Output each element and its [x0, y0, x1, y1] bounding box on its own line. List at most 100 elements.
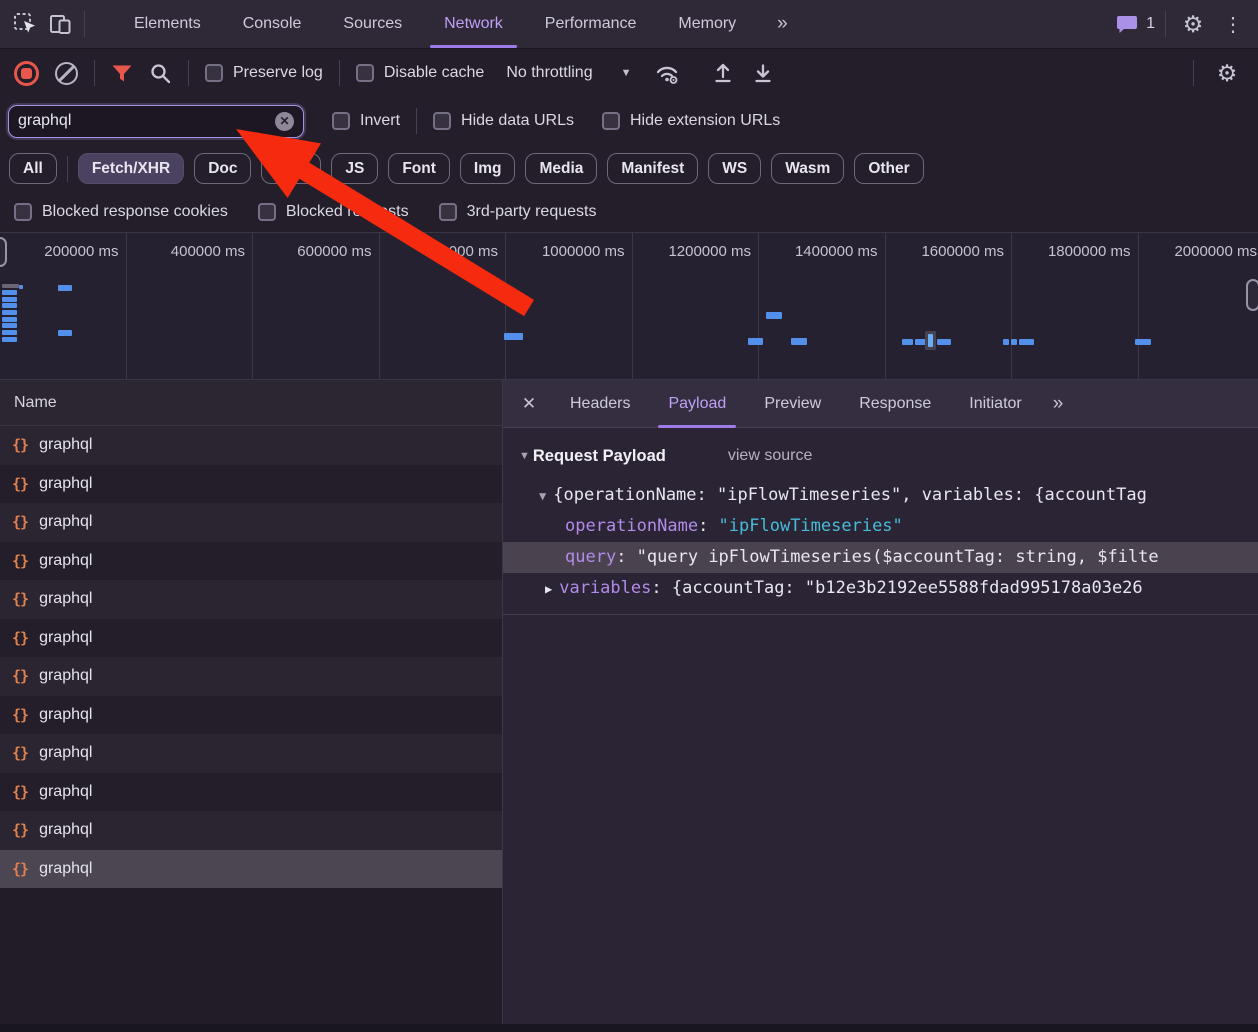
request-row[interactable]: {} graphql	[0, 695, 502, 734]
type-chip-fetch-xhr[interactable]: Fetch/XHR	[77, 153, 185, 184]
network-overview-timeline[interactable]: 200000 ms 400000 ms 600000 ms 800000 ms 1000…	[0, 232, 1258, 380]
payload-panel: ▼ Request Payload view source ▼ {operatio…	[503, 428, 1258, 615]
disable-cache-label: Disable cache	[383, 64, 485, 81]
type-chip-font[interactable]: Font	[388, 153, 450, 184]
divider	[416, 108, 418, 134]
request-name: graphql	[39, 705, 93, 723]
timeline-tick: 1000000 ms	[506, 233, 633, 379]
type-chip-css[interactable]: CSS	[261, 153, 322, 184]
details-tab-headers[interactable]: Headers	[551, 380, 649, 428]
payload-variables-row[interactable]: ▶ variables: {accountTag: "b12e3b2192ee55…	[503, 573, 1258, 604]
request-row[interactable]: {} graphql	[0, 734, 502, 773]
waterfall-bar	[2, 330, 17, 335]
throttling-dropdown[interactable]: No throttling ▼	[506, 64, 631, 82]
issues-button[interactable]: 1	[1117, 15, 1155, 34]
name-column-header[interactable]: Name	[0, 380, 502, 426]
request-row[interactable]: {} graphql	[0, 541, 502, 580]
json-braces-icon: {}	[12, 474, 29, 493]
waterfall-bar	[748, 338, 763, 345]
tab-sources[interactable]: Sources	[322, 0, 423, 48]
search-icon[interactable]	[149, 62, 172, 85]
details-tabs: Headers Payload Preview Response Initiator	[551, 380, 1041, 428]
more-panels-icon[interactable]: »	[767, 13, 796, 35]
details-tab-preview[interactable]: Preview	[745, 380, 840, 428]
blocked-response-cookies-checkbox[interactable]	[14, 203, 32, 221]
network-conditions-icon[interactable]	[653, 61, 681, 85]
expand-triangle-icon: ▼	[539, 489, 547, 503]
tab-console[interactable]: Console	[222, 0, 323, 48]
request-row[interactable]: {} graphql	[0, 657, 502, 696]
request-row[interactable]: {} graphql	[0, 464, 502, 503]
type-chip-wasm[interactable]: Wasm	[771, 153, 845, 184]
more-filters-row: Blocked response cookies Blocked request…	[0, 192, 1258, 232]
request-name: graphql	[39, 667, 93, 685]
devtools-window: Elements Console Sources Network Performance…	[0, 0, 1258, 1032]
request-row[interactable]: {} graphql	[0, 503, 502, 542]
close-icon[interactable]: ✕	[507, 394, 551, 414]
type-chip-all[interactable]: All	[9, 153, 57, 184]
payload-tree: ▼ {operationName: "ipFlowTimeseries", var…	[503, 480, 1258, 604]
hide-data-urls-label: Hide data URLs	[461, 112, 574, 129]
request-row[interactable]: {} graphql	[0, 772, 502, 811]
device-toolbar-icon[interactable]	[48, 11, 74, 37]
blocked-requests-checkbox[interactable]	[257, 203, 276, 221]
request-row[interactable]: {} graphql	[0, 849, 502, 888]
network-toolbar: Preserve log Disable cache No throttling…	[0, 48, 1258, 97]
divider	[66, 155, 68, 182]
timeline-tick: 1800000 ms	[1012, 233, 1139, 379]
clear-filter-icon[interactable]: ✕	[275, 111, 294, 131]
payload-query-row[interactable]: query: "query ipFlowTimeseries($accountT…	[503, 542, 1258, 573]
details-tab-initiator[interactable]: Initiator	[950, 380, 1040, 428]
filter-funnel-icon[interactable]	[111, 64, 133, 83]
invert-checkbox[interactable]	[332, 112, 350, 130]
filter-input-box: ✕	[8, 104, 304, 138]
payload-root-row[interactable]: ▼ {operationName: "ipFlowTimeseries", var…	[503, 480, 1258, 511]
preserve-log-checkbox[interactable]	[205, 64, 223, 82]
more-details-tabs-icon[interactable]: »	[1041, 393, 1074, 415]
type-chip-doc[interactable]: Doc	[194, 153, 252, 184]
timeline-tick: 600000 ms	[253, 233, 380, 379]
import-har-icon[interactable]	[711, 61, 735, 85]
collapse-triangle-icon[interactable]: ▼	[519, 450, 530, 462]
request-row[interactable]: {} graphql	[0, 618, 502, 657]
settings-gear-icon[interactable]: ⚙	[1176, 11, 1210, 38]
type-chip-ws[interactable]: WS	[708, 153, 762, 184]
details-tabbar: ✕ Headers Payload Preview Response Initiator…	[503, 380, 1258, 428]
network-settings-gear-icon[interactable]: ⚙	[1210, 60, 1244, 87]
tab-performance[interactable]: Performance	[524, 0, 658, 48]
tab-memory[interactable]: Memory	[657, 0, 757, 48]
overview-left-handle[interactable]	[0, 237, 7, 267]
clear-network-log-icon[interactable]	[55, 61, 78, 85]
export-har-icon[interactable]	[751, 61, 775, 85]
details-tab-response[interactable]: Response	[840, 380, 950, 428]
divider	[1165, 11, 1166, 37]
payload-operation-name-row[interactable]: operationName: "ipFlowTimeseries"	[503, 511, 1258, 542]
request-row[interactable]: {} graphql	[0, 580, 502, 619]
request-row[interactable]: {} graphql	[0, 811, 502, 850]
view-source-link[interactable]: view source	[728, 447, 812, 465]
kebab-menu-icon[interactable]: ⋮	[1220, 12, 1246, 37]
tab-network[interactable]: Network	[423, 0, 524, 48]
inspect-element-icon[interactable]	[12, 11, 38, 37]
type-chip-img[interactable]: Img	[459, 153, 516, 184]
type-chip-manifest[interactable]: Manifest	[607, 153, 699, 184]
type-chip-js[interactable]: JS	[331, 153, 379, 184]
tab-elements[interactable]: Elements	[113, 0, 222, 48]
details-tab-payload[interactable]: Payload	[649, 380, 745, 428]
request-name: graphql	[39, 513, 93, 531]
record-network-log-button[interactable]	[14, 60, 39, 86]
network-main-area: Name {} graphql {} graphql {} graphql {} graphq…	[0, 380, 1258, 1032]
disable-cache-checkbox[interactable]	[355, 64, 374, 82]
type-chip-media[interactable]: Media	[525, 153, 598, 184]
filter-input[interactable]	[18, 112, 275, 130]
type-chip-other[interactable]: Other	[854, 153, 924, 184]
hide-data-urls-checkbox[interactable]	[433, 112, 452, 130]
json-braces-icon: {}	[12, 782, 29, 801]
third-party-requests-checkbox[interactable]	[438, 203, 457, 221]
request-name: graphql	[39, 782, 93, 800]
divider	[338, 60, 340, 86]
request-row[interactable]: {} graphql	[0, 426, 502, 465]
hide-extension-urls-checkbox[interactable]	[601, 112, 620, 130]
overview-right-handle[interactable]	[1246, 279, 1258, 311]
expand-triangle-icon: ▶	[545, 582, 553, 596]
